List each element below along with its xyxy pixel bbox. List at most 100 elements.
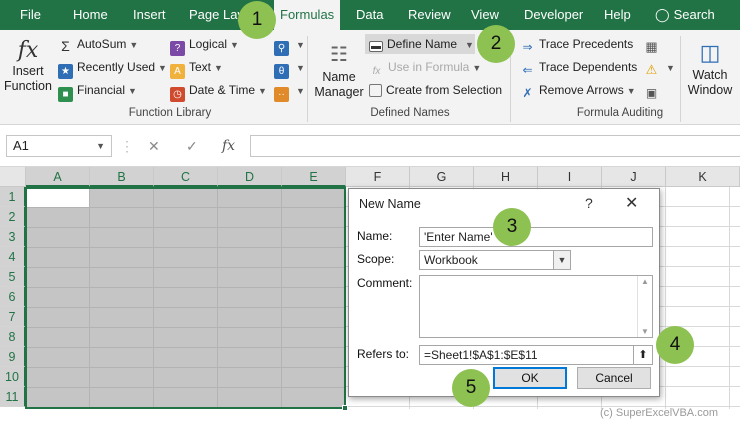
more-functions-button[interactable]: ·· ▼ [274,80,305,102]
row-header[interactable]: 3 [0,227,26,247]
insert-function-button[interactable]: fx Insert Function [4,38,52,94]
select-all-corner[interactable] [0,167,26,187]
more-icon: ⋮ [120,138,134,154]
cancel-icon[interactable]: ✕ [148,138,160,155]
row-header[interactable]: 5 [0,267,26,287]
name-box[interactable]: A1 ▼ [6,135,112,157]
refers-to-label: Refers to: [357,347,410,361]
fill-handle[interactable] [342,405,348,411]
insert-function-icon[interactable]: fx [222,138,235,154]
error-checking-button[interactable]: ⚠ ▼ [644,57,675,77]
refers-to-field[interactable]: =Sheet1!$A$1:$E$11 ⬆ [419,345,653,365]
use-in-formula-icon: fx [372,66,381,77]
use-in-formula-button[interactable]: fx Use in Formula ▼ [369,57,482,77]
row-header[interactable]: 8 [0,327,26,347]
math-icon: θ [274,64,289,79]
lookup-icon: ⚲ [274,41,289,56]
create-from-selection-icon [369,84,382,97]
comment-field[interactable]: ▲ ▼ [419,275,653,338]
fx-icon: fx [17,38,39,63]
name-manager-button[interactable]: ☷ Name Manager [313,40,365,100]
column-header-g[interactable]: G [410,167,474,187]
row-header[interactable]: 6 [0,287,26,307]
tab-home[interactable]: Home [73,0,108,30]
row-header[interactable]: 9 [0,347,26,367]
chevron-down-icon[interactable]: ▼ [641,327,649,336]
lightbulb-icon: ◯ [655,7,670,22]
more-functions-icon: ·· [274,87,289,102]
math-trig-button[interactable]: θ ▼ [274,57,305,79]
name-label: Name: [357,229,393,243]
date-time-button[interactable]: ◷ Date & Time ▼ [170,80,267,102]
tab-insert[interactable]: Insert [133,0,166,30]
create-from-selection-button[interactable]: Create from Selection [369,80,502,100]
row-header[interactable]: 1 [0,187,26,207]
financial-button[interactable]: ■ Financial ▼ [58,80,137,102]
tab-data[interactable]: Data [356,0,383,30]
formula-bar: A1 ▼ ⋮ ✕ ✓ fx [0,125,740,167]
row-header[interactable]: 7 [0,307,26,327]
remove-arrows-button[interactable]: ✗ Remove Arrows ▼ [520,80,635,100]
ok-button[interactable]: OK [493,367,567,389]
column-header-b[interactable]: B [90,167,154,187]
show-formulas-button[interactable]: ▦ [644,34,663,54]
text-icon: A [170,64,185,79]
formula-input[interactable] [250,135,740,157]
row-header[interactable]: 10 [0,367,26,387]
scope-select[interactable]: Workbook ▼ [419,250,571,270]
cancel-button[interactable]: Cancel [577,367,651,389]
separator [680,36,681,122]
recently-used-button[interactable]: ★ Recently Used ▼ [58,57,167,79]
column-header-e[interactable]: E [282,167,346,187]
search-box[interactable]: ◯ Search [655,0,715,30]
trace-dependents-button[interactable]: ⇐ Trace Dependents [520,57,637,77]
question-icon: ? [170,41,185,56]
comment-label: Comment: [357,276,413,290]
scope-label: Scope: [357,252,395,266]
chevron-down-icon[interactable]: ▼ [553,251,570,269]
watch-window-icon: ◫ [699,40,721,65]
comment-scrollbar[interactable]: ▲ ▼ [637,276,652,337]
selected-range[interactable] [25,187,346,409]
callout-1: 1 [238,1,276,39]
tab-page-layout[interactable]: Page Layout [189,0,241,30]
dialog-title: New Name [359,197,421,211]
text-button[interactable]: A Text ▼ [170,57,223,79]
column-header-d[interactable]: D [218,167,282,187]
column-header-c[interactable]: C [154,167,218,187]
name-field[interactable]: 'Enter Name' [419,227,653,247]
trace-precedents-button[interactable]: ⇒ Trace Precedents [520,34,633,54]
column-header-k[interactable]: K [666,167,740,187]
callout-5: 5 [452,369,490,407]
tab-developer[interactable]: Developer [524,0,583,30]
autosum-button[interactable]: Σ AutoSum ▼ [58,34,138,54]
callout-2: 2 [477,25,515,63]
column-header-i[interactable]: I [538,167,602,187]
tab-review[interactable]: Review [408,0,451,30]
tab-help[interactable]: Help [604,0,631,30]
enter-icon[interactable]: ✓ [186,138,198,155]
lookup-reference-button[interactable]: ⚲ ▼ [274,34,305,56]
tab-formulas[interactable]: Formulas [274,0,341,30]
active-cell[interactable] [27,189,89,207]
row-header[interactable]: 2 [0,207,26,227]
chevron-up-icon[interactable]: ▲ [641,277,649,286]
evaluate-formula-icon: ▣ [645,86,658,100]
help-button[interactable]: ? [585,195,593,211]
row-header[interactable]: 4 [0,247,26,267]
watch-window-button[interactable]: ◫ Watch Window [684,38,736,98]
chevron-down-icon[interactable]: ▼ [96,136,105,156]
evaluate-formula-button[interactable]: ▣ [644,80,663,100]
star-icon: ★ [58,64,73,79]
tab-file[interactable]: File [20,0,41,30]
logical-button[interactable]: ? Logical ▼ [170,34,239,56]
column-header-a[interactable]: A [26,167,90,187]
define-name-button[interactable]: ▬ Define Name ▼ [365,34,475,54]
collapse-dialog-icon[interactable]: ⬆ [633,346,652,364]
row-header[interactable]: 11 [0,387,26,407]
column-header-j[interactable]: J [602,167,666,187]
column-header-h[interactable]: H [474,167,538,187]
close-icon[interactable]: ✕ [625,193,638,213]
callout-4: 4 [656,326,694,364]
column-header-f[interactable]: F [346,167,410,187]
